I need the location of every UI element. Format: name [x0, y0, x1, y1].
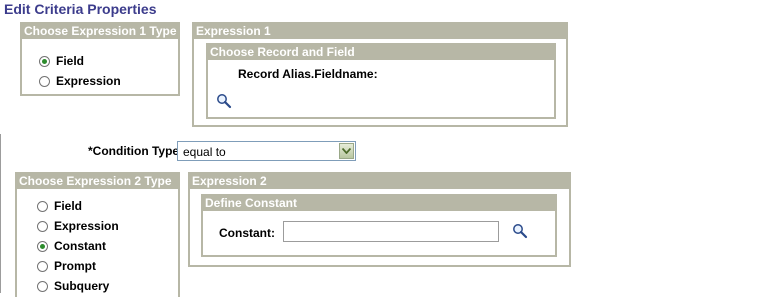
expression1-type-header: Choose Expression 1 Type: [22, 24, 178, 39]
radio-label: Expression: [54, 219, 119, 233]
condition-type-label: *Condition Type:: [88, 144, 184, 158]
radio-button-selected[interactable]: [37, 240, 48, 252]
radio-label: Constant: [54, 239, 106, 253]
expression2-group: Expression 2 Define Constant Constant:: [188, 172, 571, 267]
expr2-radio-field[interactable]: Field: [37, 198, 82, 214]
expr1-radio-field[interactable]: Field: [39, 53, 84, 69]
magnifier-icon[interactable]: [512, 223, 528, 239]
chevron-down-icon[interactable]: [339, 143, 354, 159]
expr2-radio-prompt[interactable]: Prompt: [37, 258, 96, 274]
constant-input[interactable]: [283, 221, 499, 242]
expr2-radio-expression[interactable]: Expression: [37, 218, 119, 234]
condition-type-select[interactable]: equal to: [177, 141, 356, 161]
radio-label: Prompt: [54, 259, 96, 273]
left-divider: [0, 134, 1, 293]
expression2-header: Expression 2: [190, 174, 569, 189]
record-field-group: Choose Record and Field Record Alias.Fie…: [206, 43, 556, 119]
page-title: Edit Criteria Properties: [4, 1, 157, 17]
radio-button[interactable]: [37, 200, 48, 212]
radio-label: Expression: [56, 74, 121, 88]
expression1-header: Expression 1: [194, 24, 566, 39]
expression2-type-header: Choose Expression 2 Type: [17, 174, 178, 189]
constant-label: Constant:: [219, 226, 275, 240]
radio-button[interactable]: [39, 75, 50, 87]
record-alias-label: Record Alias.Fieldname:: [238, 67, 378, 81]
radio-button[interactable]: [37, 260, 48, 272]
condition-type-value: equal to: [183, 145, 226, 159]
radio-label: Subquery: [54, 279, 110, 293]
magnifier-icon[interactable]: [216, 93, 232, 109]
expr1-radio-expression[interactable]: Expression: [39, 73, 121, 89]
radio-button[interactable]: [37, 280, 48, 292]
radio-label: Field: [56, 54, 85, 68]
radio-button[interactable]: [37, 220, 48, 232]
expr2-radio-constant[interactable]: Constant: [37, 238, 106, 254]
define-constant-header: Define Constant: [203, 196, 555, 211]
expression2-type-group: Choose Expression 2 Type Field Expressio…: [15, 172, 180, 297]
expression1-type-group: Choose Expression 1 Type Field Expressio…: [20, 22, 180, 96]
expr2-radio-subquery[interactable]: Subquery: [37, 278, 109, 294]
expression1-group: Expression 1 Choose Record and Field Rec…: [192, 22, 568, 127]
record-field-header: Choose Record and Field: [208, 45, 554, 60]
radio-label: Field: [54, 199, 83, 213]
radio-button-selected[interactable]: [39, 55, 50, 67]
